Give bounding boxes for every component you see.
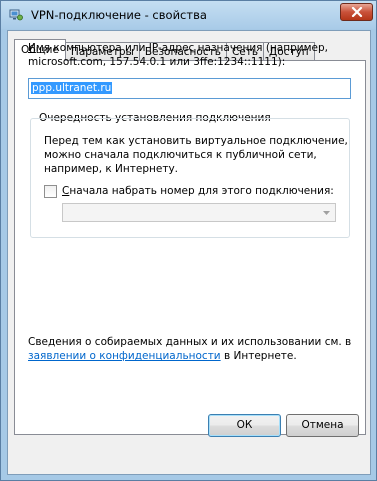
host-address-value: ppp.ultranet.ru: [31, 82, 113, 94]
first-connect-description-line: например, к Интернету.: [44, 163, 179, 175]
window-title: VPN-подключение - свойства: [31, 8, 207, 22]
dial-first-text: начала набрать номер для этого подключен…: [69, 185, 334, 197]
host-address-label-line2: microsoft.com, 157.54.0.1 или 3ffe:1234:…: [28, 56, 286, 68]
privacy-text-tail: в Интернете.: [220, 350, 297, 362]
ok-button[interactable]: ОК: [208, 414, 281, 437]
host-label-accelerator: И: [28, 42, 36, 54]
close-button[interactable]: [340, 3, 373, 21]
privacy-statement-link[interactable]: заявлении о конфиденциальности: [28, 350, 221, 362]
cancel-button[interactable]: Отмена: [286, 414, 359, 437]
network-connection-icon: [9, 9, 23, 21]
host-label-text: мя компьютера или IP-адрес назначения (н…: [35, 42, 328, 54]
privacy-text-line2: заявлении о конфиденциальности в Интерне…: [28, 350, 297, 363]
title-bar[interactable]: VPN-подключение - свойства: [1, 1, 376, 29]
dial-first-checkbox[interactable]: [44, 185, 57, 198]
host-address-label: Имя компьютера или IP-адрес назначения (…: [28, 42, 328, 55]
properties-window: VPN-подключение - свойства Общие Парамет…: [0, 0, 377, 481]
first-connect-description-line: Перед тем как установить виртуальное под…: [44, 135, 348, 147]
first-connect-description-line: можно сначала подключиться к публичной с…: [44, 149, 317, 161]
close-icon: [351, 7, 362, 17]
privacy-text-line1: Сведения о собираемых данных и их исполь…: [28, 336, 352, 348]
chevron-down-icon: [323, 211, 330, 215]
dial-first-label[interactable]: Сначала набрать номер для этого подключе…: [62, 185, 334, 198]
host-address-input[interactable]: ppp.ultranet.ru: [28, 78, 351, 99]
dial-connection-select[interactable]: [62, 203, 336, 222]
